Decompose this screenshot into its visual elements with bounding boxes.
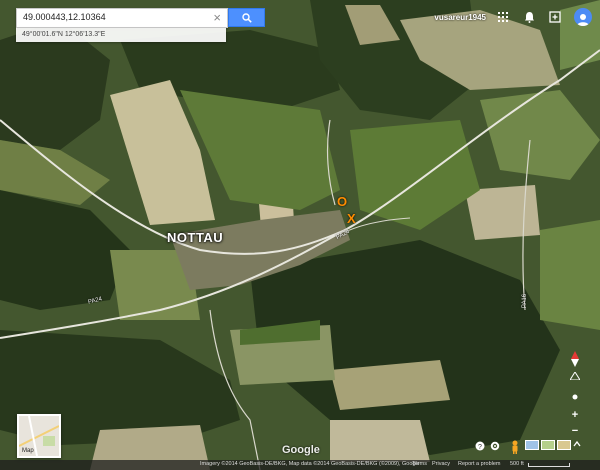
minimap-label: Map	[22, 448, 34, 454]
apps-grid-icon[interactable]	[496, 10, 510, 24]
svg-text:?: ?	[478, 444, 482, 451]
compass-icon[interactable]	[564, 350, 586, 368]
road-label-side: PA16	[522, 293, 529, 309]
tilt-icon[interactable]	[564, 370, 586, 382]
marker-x[interactable]: X	[347, 211, 356, 226]
report-problem-link[interactable]: Report a problem	[458, 461, 501, 467]
imagery-thumbnails[interactable]	[525, 440, 581, 450]
imagery-thumb-1[interactable]	[525, 440, 539, 450]
zoom-out-button[interactable]: −	[564, 424, 586, 438]
avatar[interactable]	[574, 8, 592, 26]
notifications-bell-icon[interactable]	[522, 10, 536, 24]
imagery-credits: Imagery ©2014 GeoBasis-DE/BKG, Map data …	[200, 461, 420, 467]
bottom-tools: ?	[475, 438, 505, 456]
share-plus-icon[interactable]	[548, 10, 562, 24]
expand-chevron-icon[interactable]	[573, 440, 581, 448]
imagery-thumb-3[interactable]	[557, 440, 571, 450]
scale-bar	[528, 463, 570, 467]
village-label: NOTTAU	[167, 230, 224, 245]
google-logo: Google	[282, 444, 320, 456]
search-button[interactable]	[228, 8, 265, 27]
clear-search-icon[interactable]: ×	[213, 10, 221, 26]
attribution-bar: Imagery ©2014 GeoBasis-DE/BKG, Map data …	[0, 460, 600, 470]
marker-o[interactable]: O	[337, 194, 347, 209]
search-input[interactable]: 49.000443,12.10364 ×	[16, 8, 228, 28]
account-bar: vusareur1945	[434, 0, 600, 34]
privacy-link[interactable]: Privacy	[432, 461, 450, 467]
search-icon	[241, 12, 252, 23]
terms-link[interactable]: Terms	[412, 461, 427, 467]
imagery-thumb-2[interactable]	[541, 440, 555, 450]
username[interactable]: vusareur1945	[434, 13, 486, 22]
search-input-value: 49.000443,12.10364	[23, 12, 106, 22]
settings-gear-icon[interactable]	[490, 438, 500, 456]
satellite-map[interactable]	[0, 0, 600, 470]
help-icon[interactable]: ?	[475, 438, 485, 456]
map-type-toggle[interactable]: Map	[17, 414, 61, 458]
scale-label: 500 ft	[510, 461, 524, 467]
coordinates-text: 49°00'01.6"N 12°06'13.3"E	[22, 31, 106, 38]
location-dot-icon[interactable]	[564, 392, 586, 402]
user-icon	[577, 14, 589, 26]
zoom-in-button[interactable]: +	[564, 408, 586, 422]
pegman-icon[interactable]	[510, 440, 520, 454]
coordinates-card[interactable]: 49°00'01.6"N 12°06'13.3"E	[16, 28, 226, 42]
